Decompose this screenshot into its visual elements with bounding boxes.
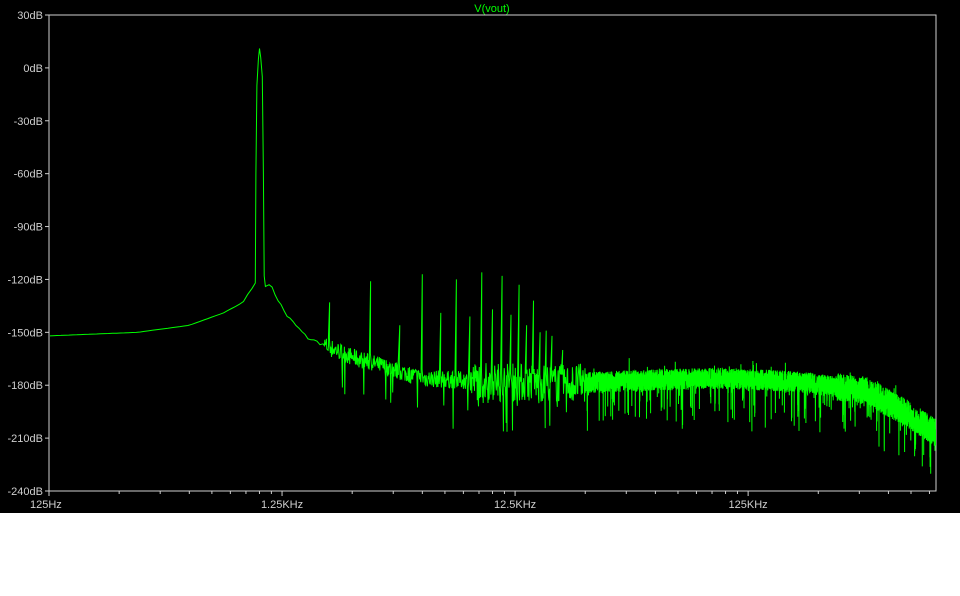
x-tick-label: 12.5KHz [494, 499, 536, 511]
trace-layer [50, 48, 936, 474]
blank-area [0, 513, 960, 596]
y-tick-label: -210dB [8, 433, 43, 445]
y-tick-label: -120dB [8, 274, 43, 286]
y-tick-label: 0dB [23, 63, 43, 75]
plot-title[interactable]: V(vout) [474, 3, 509, 15]
y-tick-label: -30dB [14, 116, 43, 128]
y-axis: 30dB 0dB -30dB -60dB -90dB -120dB -150dB -180dB… [8, 10, 49, 498]
y-tick-label: -240dB [8, 486, 43, 498]
spectrum-plot-window[interactable]: V(vout) 30dB 0dB -30dB -60dB -90dB -120dB -150… [0, 0, 960, 513]
x-axis: 125Hz 1.25KHz 12.5KHz 125KHz [30, 491, 930, 511]
y-tick-label: -60dB [14, 169, 43, 181]
y-tick-label: 30dB [17, 10, 43, 22]
plot-frame [48, 14, 937, 492]
y-tick-label: -180dB [8, 380, 43, 392]
trace-vout [50, 48, 936, 474]
spectrum-plot[interactable]: V(vout) 30dB 0dB -30dB -60dB -90dB -120dB -150… [0, 0, 960, 513]
x-tick-label: 1.25KHz [261, 499, 303, 511]
y-tick-label: -90dB [14, 222, 43, 234]
y-tick-label: -150dB [8, 327, 43, 339]
x-tick-label: 125Hz [30, 499, 62, 511]
x-tick-label: 125KHz [729, 499, 768, 511]
